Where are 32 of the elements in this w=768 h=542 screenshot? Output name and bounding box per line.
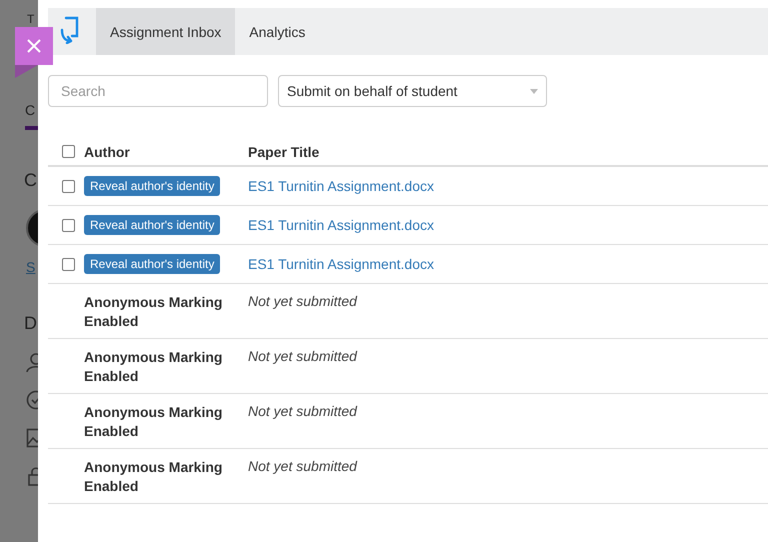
ribbon-fold: [15, 65, 38, 78]
checkbox[interactable]: [62, 180, 74, 192]
paper-link[interactable]: ES1 Turnitin Assignment.docx: [248, 217, 434, 233]
author-text: Anonymous Marking Enabled: [84, 293, 224, 331]
checkbox[interactable]: [62, 145, 74, 158]
heading-text: D: [24, 313, 37, 334]
close-icon: [26, 38, 42, 54]
checkbox[interactable]: [62, 258, 74, 270]
column-header: Paper Title: [248, 144, 320, 160]
close-button[interactable]: [15, 27, 53, 65]
paper-link[interactable]: ES1 Turnitin Assignment.docx: [248, 178, 434, 194]
heading-text: T: [27, 12, 34, 26]
author-text: Anonymous Marking Enabled: [84, 348, 224, 386]
caret-icon: [530, 88, 538, 94]
tab[interactable]: Analytics: [235, 8, 320, 55]
reveal-button[interactable]: Reveal author's identity: [84, 215, 220, 235]
status-text: Not yet submitted: [248, 403, 357, 419]
search-field[interactable]: Search: [48, 75, 268, 107]
status-text: Not yet submitted: [248, 348, 357, 364]
logo-icon: [60, 16, 80, 44]
reveal-button[interactable]: Reveal author's identity: [84, 254, 220, 274]
submit-dropdown[interactable]: Submit on behalf of student: [278, 75, 547, 107]
status-text: Not yet submitted: [248, 458, 357, 474]
heading-text: C: [24, 170, 37, 191]
reveal-button[interactable]: Reveal author's identity: [84, 176, 220, 196]
paper-link[interactable]: ES1 Turnitin Assignment.docx: [248, 256, 434, 272]
column-header: Author: [84, 144, 131, 160]
checkbox[interactable]: [62, 218, 74, 232]
author-text: Anonymous Marking Enabled: [84, 458, 224, 496]
author-text: Anonymous Marking Enabled: [84, 403, 224, 441]
status-text: Not yet submitted: [248, 293, 357, 309]
tab[interactable]: Assignment Inbox: [96, 8, 236, 55]
